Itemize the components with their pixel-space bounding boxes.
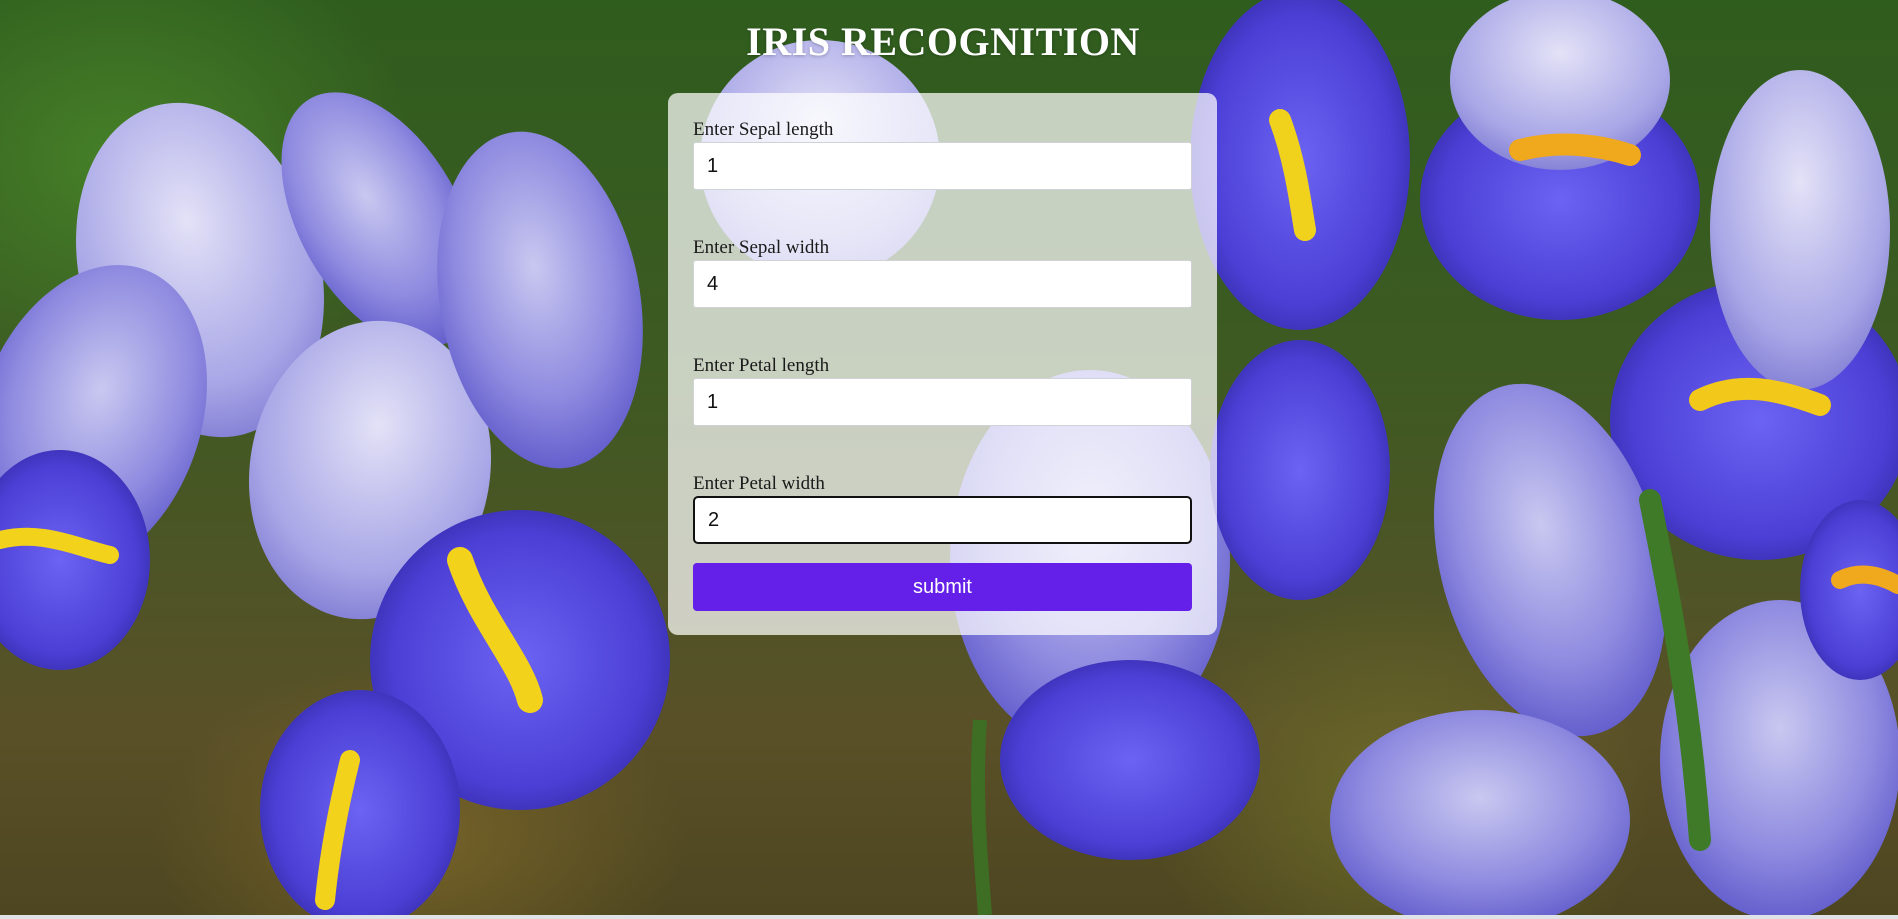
petal-width-input[interactable] [693,496,1192,544]
sepal-width-label: Enter Sepal width [693,237,830,258]
petal-length-field: Enter Petal length [693,355,1192,426]
petal-length-input[interactable] [693,378,1192,426]
iris-form: Enter Sepal length Enter Sepal width Ent… [668,93,1217,635]
petal-length-label: Enter Petal length [693,355,830,376]
page-title: IRIS RECOGNITION [746,19,1140,64]
petal-width-field: Enter Petal width [693,473,1192,544]
sepal-width-input[interactable] [693,260,1192,308]
sepal-length-input[interactable] [693,142,1192,190]
submit-button[interactable]: submit [693,563,1192,611]
sepal-length-label: Enter Sepal length [693,119,834,140]
sepal-length-field: Enter Sepal length [693,119,1192,190]
petal-width-label: Enter Petal width [693,473,825,494]
bottom-border [0,915,1898,919]
sepal-width-field: Enter Sepal width [693,237,1192,308]
